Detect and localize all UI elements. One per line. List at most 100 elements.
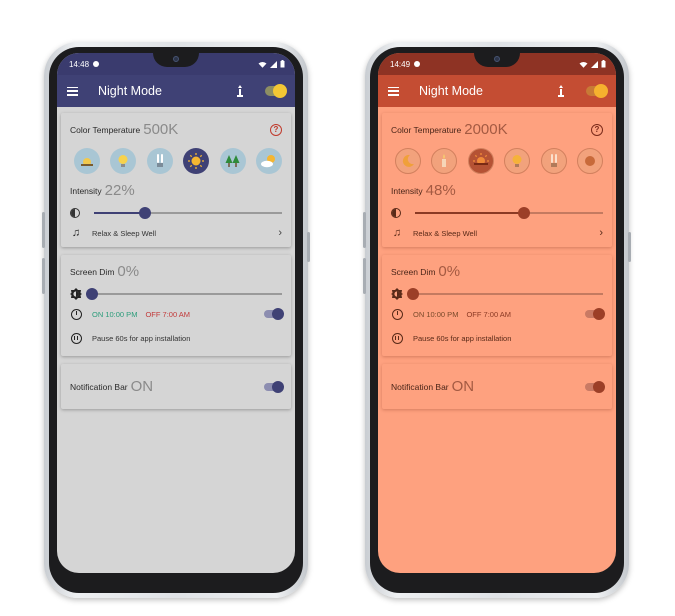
night-mode-toggle[interactable] — [265, 84, 287, 98]
timer-icon — [391, 308, 403, 320]
menu-icon[interactable] — [388, 86, 399, 96]
preset-circle-icon[interactable] — [576, 148, 603, 174]
preset-sunset-icon[interactable] — [467, 148, 494, 174]
color-temperature-value: 500K — [143, 121, 179, 138]
clock: 14:48 — [69, 59, 90, 69]
relax-label: Relax & Sleep Well — [92, 228, 157, 238]
schedule-row[interactable]: ON 10:00 PM OFF 7:00 AM — [391, 308, 605, 320]
intensity-label: Intensity — [70, 185, 102, 196]
preset-candle-icon[interactable] — [431, 148, 458, 174]
stage: 14:48 Night Mode Color Temperature 500K … — [0, 0, 675, 616]
notification-dot-icon — [93, 61, 100, 67]
app-bar: Night Mode — [57, 75, 295, 107]
status-bar: 14:49 — [378, 53, 616, 75]
schedule-toggle[interactable] — [585, 308, 605, 320]
music-note-icon: ♫ — [392, 227, 402, 239]
wifi-icon — [258, 61, 267, 68]
color-card: Color Temperature 2000K ? Intensity 48% … — [382, 113, 612, 247]
intensity-value: 22% — [104, 182, 135, 199]
brightness-icon — [70, 288, 82, 300]
color-temperature-label: Color Temperature — [70, 124, 141, 135]
temperature-presets — [395, 148, 603, 174]
preset-fluorescent-icon[interactable] — [146, 148, 173, 174]
schedule-toggle[interactable] — [264, 308, 284, 320]
notification-bar-value: ON — [130, 378, 154, 395]
phone-left: 14:48 Night Mode Color Temperature 500K … — [42, 42, 310, 598]
brightness-icon — [391, 288, 403, 300]
relax-row[interactable]: ♫ Relax & Sleep Well › — [70, 227, 282, 239]
app-title: Night Mode — [419, 84, 483, 98]
chevron-right-icon: › — [599, 227, 603, 239]
preset-fluorescent-icon[interactable] — [540, 148, 567, 174]
slider-thumb[interactable] — [138, 207, 151, 219]
schedule-off: OFF 7:00 AM — [466, 309, 512, 319]
lamp-icon[interactable] — [554, 84, 568, 98]
pause-label: Pause 60s for app installation — [92, 333, 191, 343]
relax-row[interactable]: ♫ Relax & Sleep Well › — [391, 227, 603, 239]
screen-dim-value: 0% — [117, 263, 140, 280]
preset-moon-icon[interactable] — [395, 148, 421, 174]
screen-dim-label: Screen Dim — [70, 266, 115, 277]
slider-thumb[interactable] — [518, 207, 531, 219]
notification-card: Notification Bar ON — [382, 364, 612, 409]
chevron-right-icon: › — [278, 227, 282, 239]
signal-icon — [591, 60, 598, 68]
night-mode-toggle[interactable] — [586, 84, 608, 98]
notification-dot-icon — [414, 61, 421, 67]
notification-bar-value: ON — [451, 378, 475, 395]
notification-bar-label: Notification Bar — [70, 381, 128, 392]
schedule-row[interactable]: ON 10:00 PM OFF 7:00 AM — [70, 308, 284, 320]
screen-dim-label: Screen Dim — [391, 266, 436, 277]
contrast-icon — [70, 208, 80, 218]
battery-icon — [280, 60, 285, 68]
preset-cloudy-sun-icon[interactable] — [255, 148, 282, 174]
slider-thumb[interactable] — [86, 288, 98, 300]
notification-bar-toggle[interactable] — [264, 380, 284, 393]
notification-bar-label: Notification Bar — [391, 381, 449, 392]
pause-icon — [391, 332, 403, 344]
music-note-icon: ♫ — [71, 227, 81, 239]
temperature-presets — [74, 148, 282, 174]
phone-right: 14:49 Night Mode Color Temperature 2000K… — [363, 42, 631, 598]
screen: 14:48 Night Mode Color Temperature 500K … — [57, 53, 295, 573]
preset-bulb-icon[interactable] — [110, 148, 137, 174]
pause-row[interactable]: Pause 60s for app installation — [391, 332, 603, 344]
preset-forest-icon[interactable] — [219, 148, 246, 174]
preset-sun-icon[interactable] — [183, 148, 210, 174]
schedule-on: ON 10:00 PM — [413, 309, 459, 319]
help-icon[interactable]: ? — [591, 123, 603, 136]
front-camera-icon — [494, 56, 500, 62]
schedule-on: ON 10:00 PM — [92, 309, 138, 319]
dim-card: Screen Dim 0% ON 10:00 PM OFF 7:00 AM Pa… — [61, 255, 291, 356]
color-temperature-value: 2000K — [464, 121, 508, 138]
front-camera-icon — [173, 56, 179, 62]
intensity-value: 48% — [425, 182, 456, 199]
timer-icon — [70, 308, 82, 320]
schedule-off: OFF 7:00 AM — [145, 309, 191, 319]
color-temperature-label: Color Temperature — [391, 124, 462, 135]
screen: 14:49 Night Mode Color Temperature 2000K… — [378, 53, 616, 573]
intensity-slider[interactable] — [391, 207, 603, 219]
contrast-icon — [391, 208, 401, 218]
pause-icon — [70, 332, 82, 344]
signal-icon — [270, 60, 277, 68]
status-bar: 14:48 — [57, 53, 295, 75]
notification-card: Notification Bar ON — [61, 364, 291, 409]
preset-sunrise-icon[interactable] — [74, 148, 100, 174]
app-title: Night Mode — [98, 84, 162, 98]
slider-thumb[interactable] — [407, 288, 419, 300]
notification-bar-toggle[interactable] — [585, 380, 605, 393]
pause-row[interactable]: Pause 60s for app installation — [70, 332, 282, 344]
lamp-icon[interactable] — [233, 84, 247, 98]
app-bar: Night Mode — [378, 75, 616, 107]
screen-dim-value: 0% — [438, 263, 461, 280]
relax-label: Relax & Sleep Well — [413, 228, 478, 238]
menu-icon[interactable] — [67, 86, 78, 96]
screen-dim-slider[interactable] — [70, 288, 282, 300]
preset-bulb-icon[interactable] — [504, 148, 531, 174]
color-card: Color Temperature 500K ? Intensity 22% ♫… — [61, 113, 291, 247]
help-icon[interactable]: ? — [270, 123, 282, 136]
intensity-slider[interactable] — [70, 207, 282, 219]
screen-dim-slider[interactable] — [391, 288, 603, 300]
dim-card: Screen Dim 0% ON 10:00 PM OFF 7:00 AM Pa… — [382, 255, 612, 356]
